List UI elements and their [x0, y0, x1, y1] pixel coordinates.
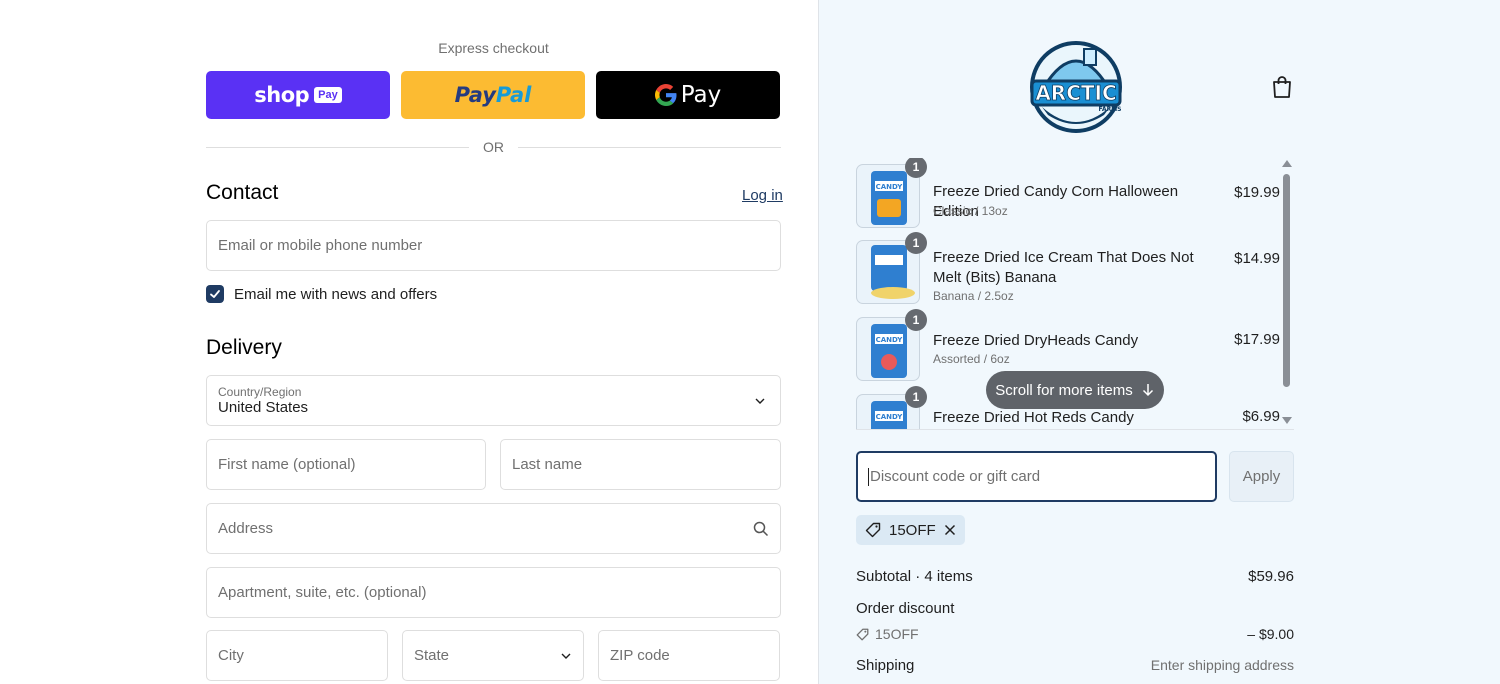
apartment-placeholder: Apartment, suite, etc. (optional) [218, 584, 427, 601]
city-field[interactable]: City [206, 630, 388, 681]
discount-placeholder: Discount code or gift card [870, 468, 1041, 485]
close-icon[interactable] [944, 524, 956, 536]
contact-heading: Contact [206, 181, 279, 204]
newsletter-checkbox[interactable] [206, 285, 224, 303]
shop-pay-button[interactable]: shop Pay [206, 71, 390, 119]
search-icon [753, 521, 769, 536]
checkmark-icon [210, 290, 220, 298]
discount-code-line: 15OFF [856, 626, 919, 642]
first-name-field[interactable]: First name (optional) [206, 439, 486, 490]
chevron-down-icon [561, 653, 571, 659]
discount-code-row: 15OFF – $9.00 [856, 626, 1294, 642]
remove-discount-button[interactable] [944, 524, 956, 536]
item-price: $6.99 [1242, 408, 1280, 425]
email-field[interactable]: Email or mobile phone number [206, 220, 781, 271]
quantity-badge: 1 [905, 232, 927, 254]
item-price: $17.99 [1234, 331, 1280, 348]
checkout-form-column: Express checkout shop Pay PayPal Pay OR … [0, 0, 818, 684]
tag-icon [856, 628, 869, 640]
apply-discount-button[interactable]: Apply [1229, 451, 1294, 502]
express-checkout-label: Express checkout [438, 40, 549, 56]
order-discount-row: Order discount [856, 600, 1294, 617]
arctic-farms-logo[interactable]: ARCTIC FARMS [1024, 41, 1128, 133]
or-text: OR [483, 139, 504, 155]
email-field-placeholder: Email or mobile phone number [218, 237, 423, 254]
svg-text:ARCTIC: ARCTIC [1035, 81, 1116, 105]
item-name: Freeze Dried DryHeads Candy [933, 332, 1139, 349]
applied-code-text: 15OFF [889, 521, 936, 539]
applied-discount-chip: 15OFF [856, 515, 965, 545]
svg-text:CANDY: CANDY [876, 413, 904, 421]
delivery-heading: Delivery [206, 336, 282, 359]
quantity-badge: 1 [905, 309, 927, 331]
item-variant: Classic / 13oz [933, 204, 1008, 218]
scroll-hint-label: Scroll for more items [995, 381, 1133, 399]
order-discount-label: Order discount [856, 600, 955, 617]
quantity-badge: 1 [905, 386, 927, 408]
discount-code-input[interactable]: Discount code or gift card [856, 451, 1217, 502]
google-pay-text: Pay [680, 82, 722, 108]
scroll-down-arrow-icon[interactable] [1282, 417, 1292, 424]
subtotal-label: Subtotal · 4 items [856, 568, 973, 585]
item-variant: Assorted / 6oz [933, 352, 1010, 366]
country-label: Country/Region [218, 385, 302, 399]
paypal-logo: PayPal [454, 83, 532, 107]
scrollbar-thumb[interactable] [1283, 174, 1290, 387]
last-name-field[interactable]: Last name [500, 439, 781, 490]
apartment-field[interactable]: Apartment, suite, etc. (optional) [206, 567, 781, 618]
item-variant: Banana / 2.5oz [933, 289, 1014, 303]
tag-icon [865, 522, 881, 538]
discount-value: – $9.00 [1247, 626, 1294, 642]
item-name: Freeze Dried Hot Reds Candy [933, 409, 1134, 426]
subtotal-row: Subtotal · 4 items $59.96 [856, 568, 1294, 585]
or-divider: OR [206, 137, 781, 157]
list-item: 1 Freeze Dried Ice Cream That Does Not M… [856, 232, 1280, 304]
item-price: $14.99 [1234, 250, 1280, 267]
country-value: United States [218, 399, 309, 416]
arrow-down-icon [1142, 384, 1153, 397]
shopping-bag-icon[interactable] [1270, 74, 1294, 100]
shop-pay-pill: Pay [314, 87, 342, 103]
list-item: CANDY 1 Freeze Dried Candy Corn Hallowee… [856, 158, 1280, 228]
google-pay-button[interactable]: Pay [596, 71, 780, 119]
svg-text:CANDY: CANDY [876, 183, 904, 191]
subtotal-value: $59.96 [1248, 568, 1294, 585]
login-link[interactable]: Log in [742, 187, 783, 204]
scroll-up-arrow-icon[interactable] [1282, 160, 1292, 167]
newsletter-checkbox-row[interactable]: Email me with news and offers [206, 285, 437, 303]
chevron-down-icon [755, 398, 765, 404]
paypal-button[interactable]: PayPal [401, 71, 585, 119]
google-g-icon [654, 84, 677, 106]
shipping-label: Shipping [856, 657, 915, 674]
zip-field[interactable]: ZIP code [598, 630, 780, 681]
first-name-placeholder: First name (optional) [218, 456, 356, 473]
address-placeholder: Address [218, 520, 274, 537]
quantity-badge: 1 [905, 158, 927, 178]
item-price: $19.99 [1234, 184, 1280, 201]
items-scrollbar[interactable] [1282, 158, 1292, 428]
shipping-row: Shipping Enter shipping address [856, 657, 1294, 674]
item-name: Freeze Dried Ice Cream That Does Not Mel… [933, 249, 1194, 286]
discount-code-name: 15OFF [875, 626, 919, 642]
shipping-value: Enter shipping address [1150, 657, 1294, 673]
state-placeholder: State [414, 647, 450, 664]
svg-text:FARMS: FARMS [1099, 106, 1122, 113]
scroll-for-more-button[interactable]: Scroll for more items [986, 371, 1164, 409]
city-placeholder: City [218, 647, 244, 664]
newsletter-label: Email me with news and offers [234, 285, 438, 303]
last-name-placeholder: Last name [512, 456, 583, 473]
text-caret [868, 467, 869, 486]
address-field[interactable]: Address [206, 503, 781, 554]
state-select[interactable]: State [402, 630, 584, 681]
svg-text:CANDY: CANDY [876, 336, 904, 344]
zip-placeholder: ZIP code [610, 647, 670, 664]
country-select[interactable]: Country/Region United States [206, 375, 781, 426]
shop-pay-logo-text: shop [254, 83, 310, 107]
